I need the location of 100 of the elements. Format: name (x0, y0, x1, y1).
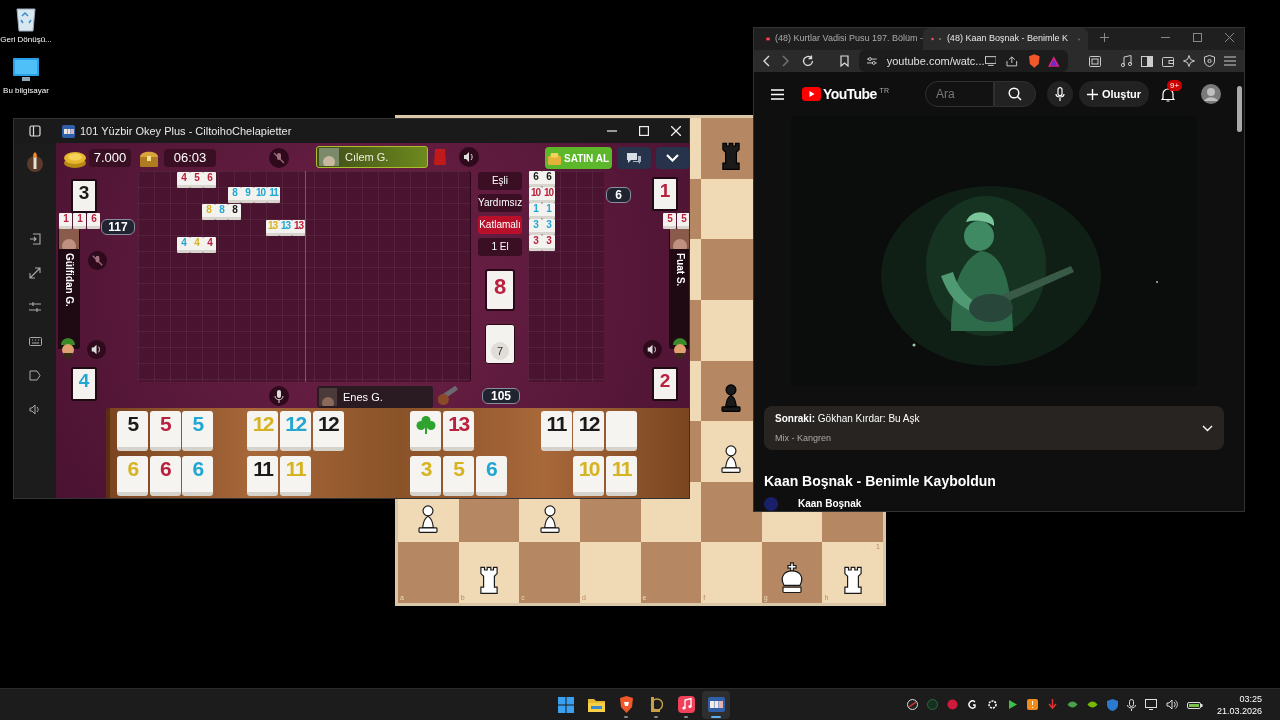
lion-shield-icon[interactable] (618, 696, 634, 713)
tiles-app-icon[interactable] (707, 697, 725, 712)
gear-icon[interactable] (986, 699, 998, 710)
okey-tile[interactable]: 6 (149, 456, 181, 496)
okey-tile[interactable]: 3 (71, 179, 97, 213)
circle-icon[interactable] (926, 699, 938, 710)
coin-balance: 7.000 (89, 149, 131, 167)
speaker-icon[interactable] (643, 340, 662, 359)
okey-tile[interactable]: 13 (442, 411, 474, 451)
okey-tile[interactable]: 1 (652, 177, 678, 211)
battery-icon[interactable] (1186, 699, 1203, 710)
chat-button[interactable] (617, 147, 651, 169)
circle-icon[interactable] (946, 699, 958, 710)
sign-in-icon[interactable] (29, 233, 41, 245)
notification-badge: 9+ (1167, 80, 1183, 91)
new-tab-icon[interactable] (1100, 33, 1109, 42)
sliders-icon[interactable] (29, 301, 41, 313)
sparkle-icon[interactable] (1183, 55, 1195, 67)
letter-g-icon[interactable] (966, 699, 978, 710)
tune-icon[interactable] (867, 56, 877, 66)
shield-icon[interactable] (1106, 698, 1118, 711)
okey-tile[interactable]: 5 (117, 411, 148, 451)
tag-icon[interactable] (29, 370, 41, 381)
speaker-icon[interactable] (29, 404, 41, 415)
search-button[interactable] (993, 81, 1036, 107)
download-icon[interactable] (1046, 699, 1058, 710)
create-button[interactable]: Oluştur (1078, 81, 1150, 107)
emblem-icon[interactable] (649, 696, 663, 713)
search-icon (1007, 87, 1022, 101)
microphone-icon[interactable] (1126, 698, 1136, 711)
okey-tile: 10 (542, 187, 555, 203)
monitor-icon[interactable] (12, 57, 40, 83)
taskbar-button[interactable] (702, 690, 730, 719)
windows-logo-icon[interactable] (558, 696, 574, 713)
okey-tile[interactable]: 2 (652, 367, 678, 401)
score-badge: 105 (482, 388, 520, 404)
okey-tile[interactable]: 12 (312, 411, 344, 451)
eye-icon[interactable] (1086, 699, 1098, 710)
okey-tile: 3 (542, 219, 555, 235)
scrollbar-thumb[interactable] (1236, 86, 1242, 132)
play-icon[interactable] (1006, 699, 1018, 710)
expand-icon[interactable] (29, 267, 41, 279)
shield-icon[interactable] (1027, 54, 1041, 68)
muted-microphone-icon[interactable] (88, 251, 107, 270)
okey-tile[interactable]: 8 (485, 269, 515, 311)
board-square[interactable] (701, 421, 753, 482)
up-next-card[interactable]: Sonraki: Gökhan Kırdar: Bu Aşk Mix - Kangren (764, 406, 1224, 450)
warning-icon[interactable] (1026, 699, 1038, 710)
okey-tile[interactable]: 11 (247, 456, 279, 496)
okey-tile[interactable]: 5 (149, 411, 181, 451)
avatar (670, 229, 689, 249)
rule-label: Yardımsız (478, 194, 522, 212)
speaker-icon[interactable] (1165, 699, 1178, 710)
bookmark-icon[interactable] (840, 55, 849, 67)
music-icon[interactable] (1121, 55, 1132, 67)
triangle-icon[interactable] (1048, 55, 1060, 67)
chevron-down-icon[interactable] (1202, 424, 1213, 432)
torch-icon[interactable] (26, 151, 44, 173)
back-icon[interactable] (762, 55, 770, 67)
okey-tile[interactable] (410, 411, 442, 451)
keyboard-icon[interactable] (28, 336, 42, 347)
reload-icon[interactable] (802, 55, 814, 67)
menu-button[interactable] (656, 147, 689, 169)
sidebar-icon[interactable] (29, 125, 41, 137)
clock-time[interactable]: 03:25 (1239, 692, 1262, 705)
search-placeholder: Ara (935, 86, 955, 103)
okey-tile: 6 (203, 172, 216, 188)
record-icon[interactable] (906, 699, 918, 710)
shield-icon[interactable] (1204, 55, 1215, 67)
sidebar-icon[interactable] (1141, 55, 1153, 67)
forward-icon[interactable] (782, 55, 790, 67)
avatar (59, 229, 79, 249)
avatar[interactable] (1201, 84, 1222, 104)
channel-name[interactable]: Kaan Boşnak (798, 496, 862, 511)
share-icon[interactable] (1006, 55, 1018, 67)
okey-tile[interactable]: 11 (540, 411, 572, 451)
clock-date[interactable]: 21.03.2026 (1216, 704, 1262, 717)
search-field[interactable]: Ara (924, 81, 994, 107)
microphone-icon[interactable] (269, 386, 289, 406)
music-note-icon[interactable] (677, 696, 695, 713)
speaker-icon[interactable] (87, 340, 106, 359)
muted-microphone-icon[interactable] (269, 148, 289, 168)
cast-icon[interactable] (984, 56, 997, 66)
eye-icon[interactable] (1066, 699, 1078, 710)
monitor-icon[interactable] (1144, 699, 1157, 710)
running-indicator (624, 715, 628, 718)
browser-tab[interactable]: (48) Kurtlar Vadisi Pusu 197. Bölüm - (758, 28, 923, 50)
url-text: youtube.com/watc... (886, 53, 985, 69)
draw-pile-tile[interactable]: 7 (485, 324, 515, 364)
okey-tile: 4 (177, 237, 190, 253)
okey-tile[interactable]: 12 (573, 411, 605, 451)
tab-title: (48) Kurtlar Vadisi Pusu 197. Bölüm - (775, 32, 923, 46)
okey-tile: 8 (228, 187, 241, 203)
wallet-icon[interactable] (1162, 55, 1174, 67)
speaker-icon[interactable] (459, 147, 479, 167)
voice-search-button[interactable] (1046, 81, 1073, 107)
okey-tile[interactable] (605, 411, 637, 451)
address-bar[interactable]: youtube.com/watc... (859, 50, 1068, 72)
screenshot-icon[interactable] (1089, 55, 1101, 67)
bell-icon[interactable] (1161, 87, 1176, 102)
